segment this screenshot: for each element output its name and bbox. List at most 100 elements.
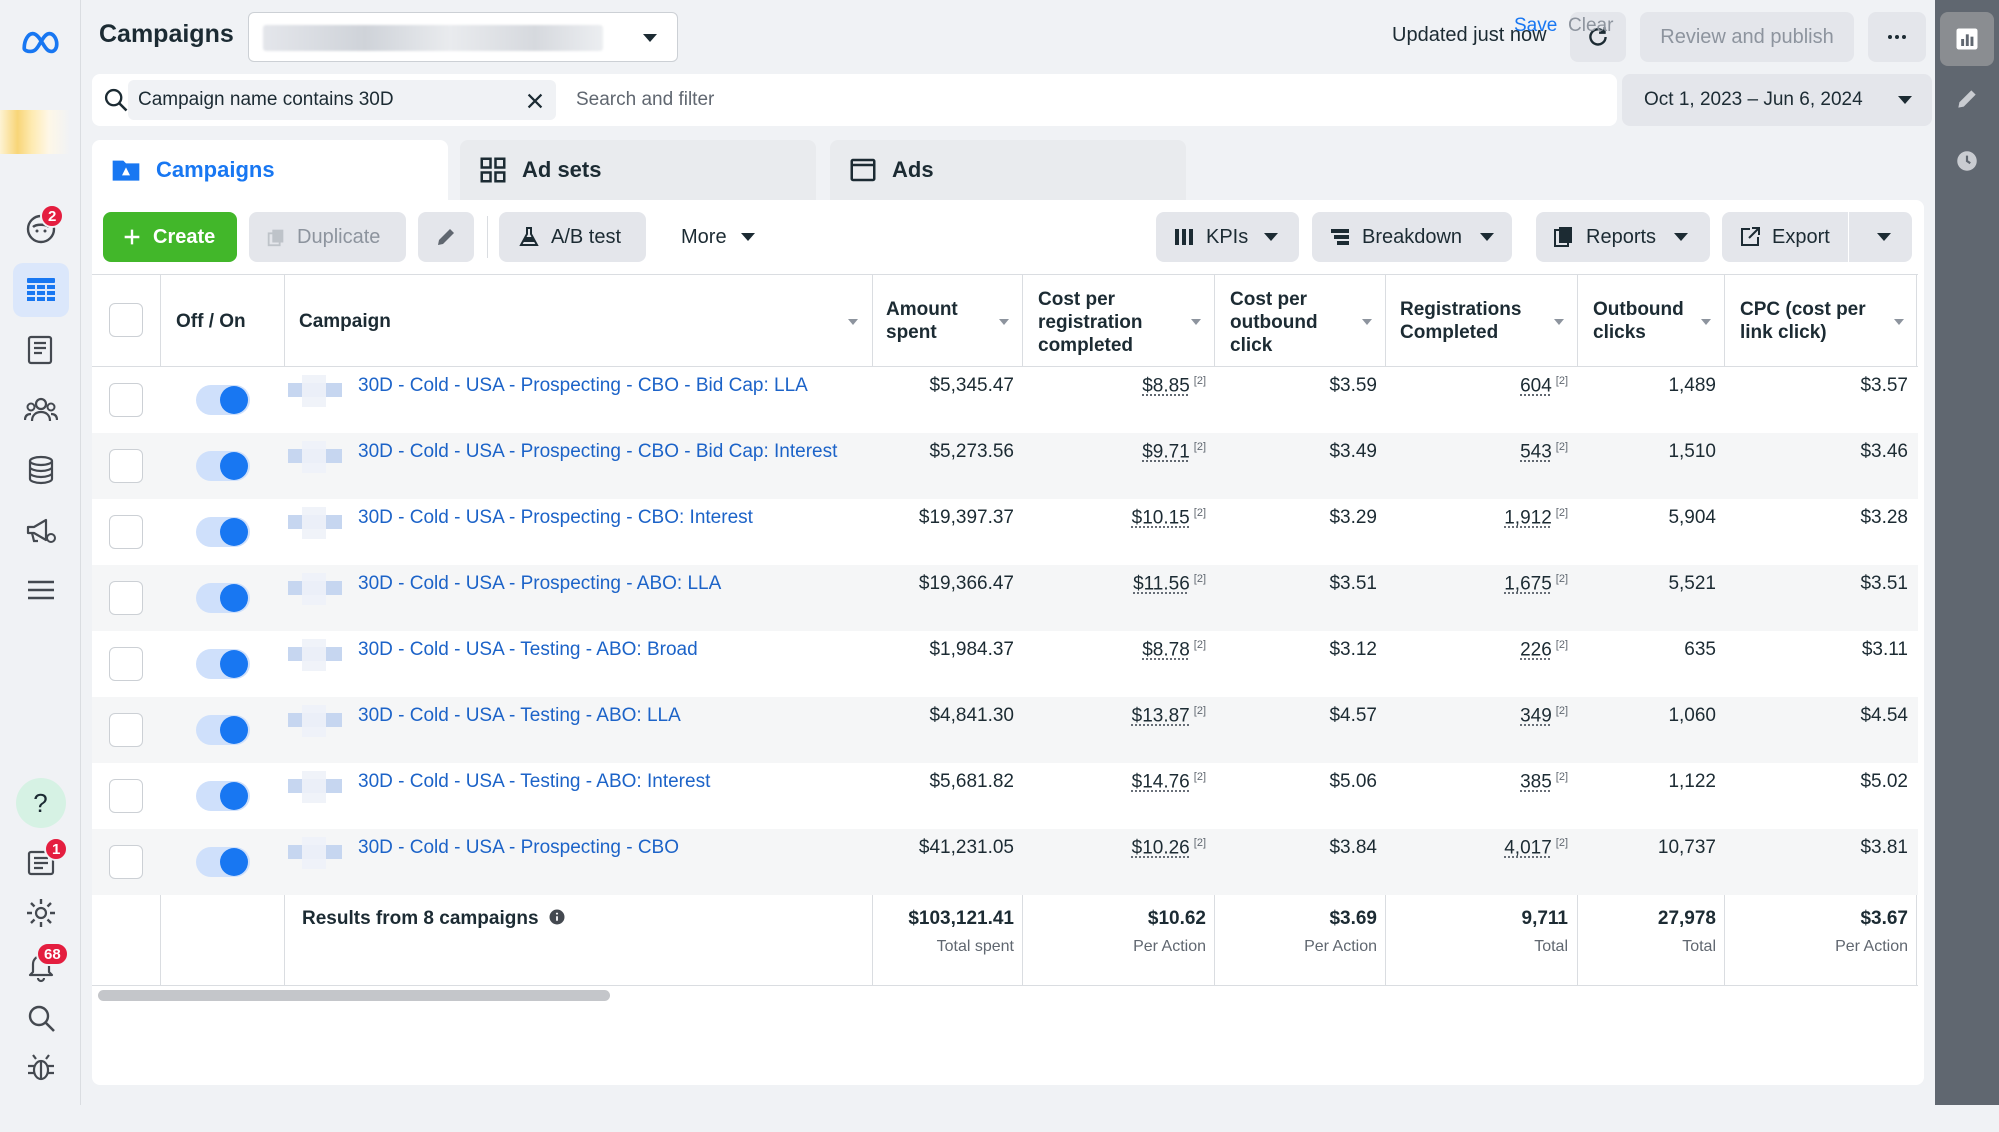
nav-news-icon[interactable]: 1 xyxy=(0,835,81,891)
export-options-chevron-icon[interactable] xyxy=(1877,233,1891,241)
campaign-toggle[interactable] xyxy=(196,715,250,745)
registrations-cell[interactable]: 1,675 [2] xyxy=(1504,573,1568,595)
campaign-name-link[interactable]: 30D - Cold - USA - Testing - ABO: Intere… xyxy=(358,771,710,793)
save-filter-link[interactable]: Save xyxy=(1514,15,1557,37)
kpis-dropdown-button[interactable]: KPIs xyxy=(1156,212,1299,262)
filter-chip[interactable]: Campaign name contains 30D xyxy=(128,80,556,120)
cost-per-registration-cell[interactable]: $10.26 [2] xyxy=(1132,837,1206,859)
column-header-off-on[interactable]: Off / On xyxy=(176,310,246,333)
sort-outbound-clicks-icon[interactable] xyxy=(1701,319,1711,325)
rail-edit-icon[interactable] xyxy=(1940,72,1994,126)
reports-dropdown-button[interactable]: Reports xyxy=(1536,212,1710,262)
rail-chart-icon[interactable] xyxy=(1940,12,1994,66)
column-header-registrations[interactable]: Registrations Completed xyxy=(1400,298,1560,344)
horizontal-scrollbar[interactable] xyxy=(98,990,610,1001)
tab-campaigns[interactable]: Campaigns xyxy=(92,140,448,200)
date-range-picker[interactable]: Oct 1, 2023 – Jun 6, 2024 xyxy=(1622,74,1932,126)
row-checkbox[interactable] xyxy=(109,383,143,417)
registrations-cell[interactable]: 385 [2] xyxy=(1520,771,1568,793)
campaign-toggle[interactable] xyxy=(196,781,250,811)
campaign-toggle[interactable] xyxy=(196,517,250,547)
sort-cost-per-registration-icon[interactable] xyxy=(1191,319,1201,325)
campaign-name-link[interactable]: 30D - Cold - USA - Prospecting - CBO xyxy=(358,837,679,859)
registrations-cell[interactable]: 604 [2] xyxy=(1520,375,1568,397)
cost-per-outbound-click-cell-value: $5.06 xyxy=(1329,771,1377,792)
column-header-cpc[interactable]: CPC (cost per link click) xyxy=(1740,298,1880,344)
registrations-cell[interactable]: 349 [2] xyxy=(1520,705,1568,727)
select-all-checkbox[interactable] xyxy=(109,303,143,337)
campaign-toggle[interactable] xyxy=(196,451,250,481)
tab-ads[interactable]: Ads xyxy=(830,140,1186,200)
campaign-toggle[interactable] xyxy=(196,385,250,415)
row-checkbox[interactable] xyxy=(109,647,143,681)
sort-campaign-icon[interactable] xyxy=(848,319,858,325)
sort-registrations-icon[interactable] xyxy=(1554,319,1564,325)
ab-test-button[interactable]: A/B test xyxy=(499,212,646,262)
column-header-campaign[interactable]: Campaign xyxy=(299,310,391,333)
close-icon[interactable] xyxy=(524,90,546,112)
column-header-cost-per-registration[interactable]: Cost per registration completed xyxy=(1038,288,1188,357)
info-icon[interactable] xyxy=(548,908,566,926)
registrations-cell[interactable]: 1,912 [2] xyxy=(1504,507,1568,529)
campaign-toggle[interactable] xyxy=(196,583,250,613)
registrations-cell[interactable]: 226 [2] xyxy=(1520,639,1568,661)
row-checkbox[interactable] xyxy=(109,779,143,813)
nav-pages-icon[interactable] xyxy=(0,322,81,378)
registrations-cell[interactable]: 543 [2] xyxy=(1520,441,1568,463)
column-header-amount-spent[interactable]: Amount spent xyxy=(886,298,976,344)
cost-per-registration-cell[interactable]: $8.78 [2] xyxy=(1142,639,1206,661)
nav-notifications-icon[interactable]: 2 xyxy=(0,200,81,256)
search-filter-bar[interactable]: Campaign name contains 30D Search and fi… xyxy=(92,74,1617,126)
nav-menu-icon[interactable] xyxy=(0,562,81,618)
row-checkbox[interactable] xyxy=(109,845,143,879)
nav-alerts-icon[interactable]: 68 xyxy=(0,938,81,994)
row-checkbox[interactable] xyxy=(109,515,143,549)
cost-per-registration-cell[interactable]: $8.85 [2] xyxy=(1142,375,1206,397)
cost-per-registration-cell[interactable]: $13.87 [2] xyxy=(1132,705,1206,727)
row-checkbox[interactable] xyxy=(109,449,143,483)
review-and-publish-button[interactable]: Review and publish xyxy=(1640,12,1854,62)
campaign-selector-dropdown[interactable] xyxy=(248,12,678,62)
cost-per-registration-cell[interactable]: $10.15 [2] xyxy=(1132,507,1206,529)
campaign-toggle[interactable] xyxy=(196,649,250,679)
nav-ads-manager-icon[interactable] xyxy=(0,262,81,318)
more-dropdown-button[interactable]: More xyxy=(666,212,766,262)
nav-audiences-icon[interactable] xyxy=(0,382,81,438)
campaign-name-link[interactable]: 30D - Cold - USA - Prospecting - ABO: LL… xyxy=(358,573,721,595)
campaign-toggle[interactable] xyxy=(196,847,250,877)
meta-logo-icon[interactable] xyxy=(0,14,81,70)
duplicate-button[interactable]: Duplicate xyxy=(249,212,406,262)
campaign-name-link[interactable]: 30D - Cold - USA - Prospecting - CBO: In… xyxy=(358,507,753,529)
registrations-cell[interactable]: 4,017 [2] xyxy=(1504,837,1568,859)
search-input[interactable]: Search and filter xyxy=(576,89,714,111)
nav-search-icon[interactable] xyxy=(0,990,81,1046)
cost-per-registration-cell[interactable]: $9.71 [2] xyxy=(1142,441,1206,463)
blurred-campaign-thumbnail xyxy=(286,705,342,737)
sort-cpc-icon[interactable] xyxy=(1894,319,1904,325)
campaign-name-link[interactable]: 30D - Cold - USA - Testing - ABO: Broad xyxy=(358,639,698,661)
campaign-name-link[interactable]: 30D - Cold - USA - Testing - ABO: LLA xyxy=(358,705,681,727)
nav-bug-report-icon[interactable] xyxy=(0,1040,81,1096)
row-checkbox[interactable] xyxy=(109,713,143,747)
edit-button[interactable] xyxy=(418,212,474,262)
campaign-name-link[interactable]: 30D - Cold - USA - Prospecting - CBO - B… xyxy=(358,441,837,463)
column-header-outbound-clicks[interactable]: Outbound clicks xyxy=(1593,298,1703,344)
rail-history-icon[interactable] xyxy=(1940,134,1994,188)
column-header-cost-per-outbound-click[interactable]: Cost per outbound click xyxy=(1230,288,1350,357)
tab-ad-sets[interactable]: Ad sets xyxy=(460,140,816,200)
more-options-button[interactable] xyxy=(1868,12,1926,62)
nav-campaign-tools-icon[interactable] xyxy=(0,502,81,558)
breakdown-dropdown-button[interactable]: Breakdown xyxy=(1312,212,1512,262)
campaign-name-link[interactable]: 30D - Cold - USA - Prospecting - CBO - B… xyxy=(358,375,808,397)
registrations-cell-value: 385 xyxy=(1520,771,1552,793)
clear-filter-link[interactable]: Clear xyxy=(1568,15,1613,37)
sort-cost-per-outbound-click-icon[interactable] xyxy=(1362,319,1372,325)
cost-per-registration-cell[interactable]: $14.76 [2] xyxy=(1132,771,1206,793)
nav-help-icon[interactable]: ? xyxy=(0,775,81,831)
row-checkbox[interactable] xyxy=(109,581,143,615)
nav-billing-icon[interactable] xyxy=(0,442,81,498)
cost-per-registration-cell[interactable]: $11.56 [2] xyxy=(1133,573,1206,595)
nav-settings-icon[interactable] xyxy=(0,885,81,941)
create-button[interactable]: Create xyxy=(103,212,237,262)
sort-amount-spent-icon[interactable] xyxy=(999,319,1009,325)
